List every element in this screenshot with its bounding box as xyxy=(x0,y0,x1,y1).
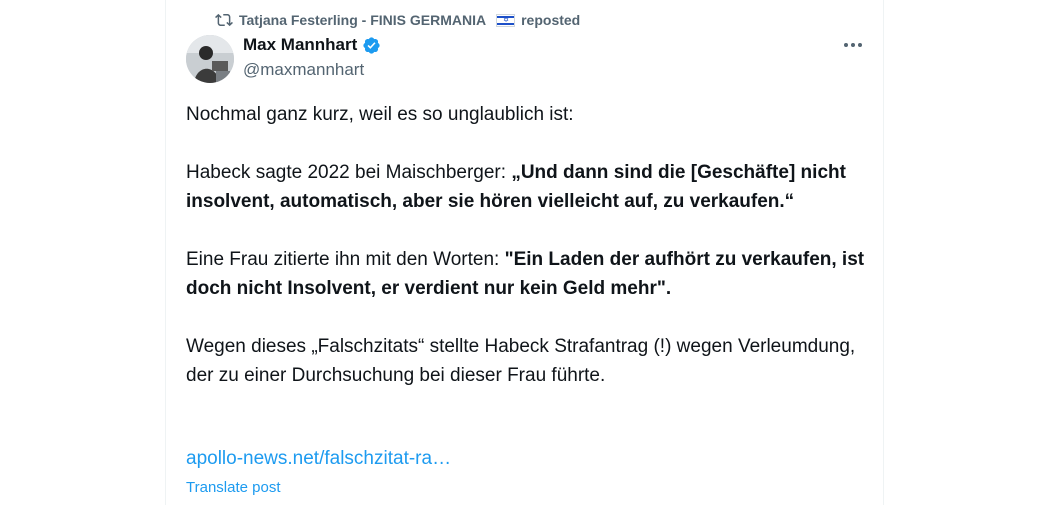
more-dot-icon xyxy=(851,43,855,47)
author-handle[interactable]: @maxmannhart xyxy=(243,60,364,80)
article-link[interactable]: apollo-news.net/falschzitat-ra… xyxy=(186,446,451,472)
author-name[interactable]: Max Mannhart xyxy=(243,35,357,55)
more-options-button[interactable] xyxy=(838,35,868,55)
avatar[interactable] xyxy=(186,35,234,83)
reposter-name[interactable]: Tatjana Festerling - FINIS GERMANIA xyxy=(239,12,486,28)
avatar-image xyxy=(186,35,234,83)
verified-badge-icon xyxy=(363,36,380,54)
post-paragraph-2-plain: Habeck sagte 2022 bei Maischberger: xyxy=(186,162,512,183)
more-dot-icon xyxy=(844,43,848,47)
post-paragraph-4: Wegen dieses „Falschzitats“ stellte Habe… xyxy=(186,336,856,386)
post-paragraph-1: Nochmal ganz kurz, weil es so unglaublic… xyxy=(186,104,574,125)
post-text: Nochmal ganz kurz, weil es so unglaublic… xyxy=(186,100,866,390)
more-dot-icon xyxy=(858,43,862,47)
repost-header: Tatjana Festerling - FINIS GERMANIA ✡ re… xyxy=(215,10,580,30)
translate-post-link[interactable]: Translate post xyxy=(186,478,281,498)
author-name-row[interactable]: Max Mannhart xyxy=(243,35,381,55)
repost-label: reposted xyxy=(521,12,581,28)
israel-flag-icon: ✡ xyxy=(496,13,516,27)
post-paragraph-3-plain: Eine Frau zitierte ihn mit den Worten: xyxy=(186,249,505,270)
repost-icon xyxy=(215,13,233,27)
post-paragraph-2: Habeck sagte 2022 bei Maischberger: „Und… xyxy=(186,158,866,216)
post-paragraph-3: Eine Frau zitierte ihn mit den Worten: "… xyxy=(186,245,866,303)
